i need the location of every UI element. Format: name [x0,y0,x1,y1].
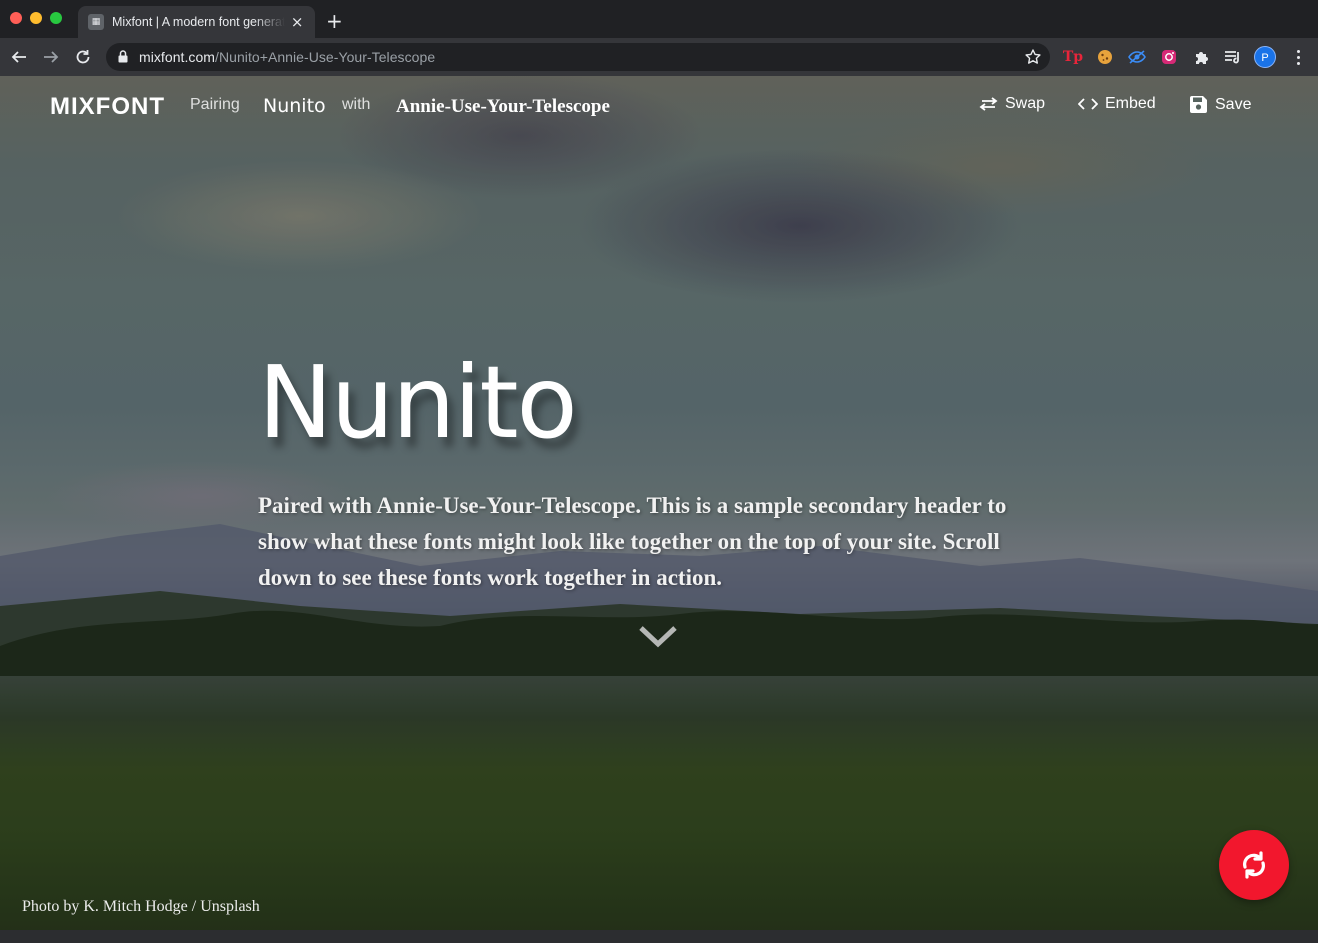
mixfont-favicon-icon: ▦ [88,14,104,30]
url-host: mixfont.com [139,49,216,65]
embed-button[interactable]: Embed [1078,95,1156,113]
refresh-icon [1243,851,1265,879]
new-tab-button[interactable]: + [326,9,343,33]
site-header: MIXFONT Pairing Nunito with Annie-Use-Yo… [0,76,1318,138]
hero-section: MIXFONT Pairing Nunito with Annie-Use-Yo… [0,76,1318,943]
reload-button[interactable] [71,45,95,69]
profile-avatar[interactable]: P [1254,46,1276,68]
hero-title: Nunito [258,344,578,461]
code-icon [1078,98,1098,110]
eye-extension-icon[interactable] [1127,47,1147,67]
tab-close-icon[interactable]: × [289,13,305,31]
address-bar[interactable]: mixfont.com/Nunito+Annie-Use-Your-Telesc… [106,43,1050,71]
pairing-label: Pairing [190,96,240,113]
swap-icon [979,97,998,111]
reload-icon [76,50,90,64]
save-label: Save [1215,95,1252,113]
lock-icon [118,50,128,63]
secondary-font-selector[interactable]: Annie-Use-Your-Telescope [396,96,610,118]
shuffle-button[interactable] [1219,830,1289,900]
url-text: mixfont.com/Nunito+Annie-Use-Your-Telesc… [139,49,435,65]
browser-tab[interactable]: ▦ Mixfont | A modern font generator × [78,6,315,38]
swap-button[interactable]: Swap [979,95,1045,113]
hero-subtitle: Paired with Annie-Use-Your-Telescope. Th… [258,493,1007,590]
photo-credit[interactable]: Photo by K. Mitch Hodge / Unsplash [22,898,260,916]
tp-extension-icon[interactable]: Tp [1063,47,1083,67]
puzzle-icon[interactable] [1191,47,1211,67]
with-label: with [342,96,371,113]
browser-titlebar: ▦ Mixfont | A modern font generator × + [0,0,1318,38]
floppy-disk-icon [1190,96,1207,113]
close-window-button[interactable] [10,12,22,24]
embed-label: Embed [1105,95,1156,112]
chevron-down-icon[interactable] [638,624,678,648]
arrow-right-icon [44,51,59,63]
primary-font-selector[interactable]: Nunito [263,95,326,117]
swap-label: Swap [1005,95,1046,112]
save-button[interactable]: Save [1189,95,1251,114]
media-queue-icon[interactable] [1223,47,1243,67]
url-path: /Nunito+Annie-Use-Your-Telescope [215,49,436,65]
forward-button[interactable] [39,45,63,69]
browser-toolbar: mixfont.com/Nunito+Annie-Use-Your-Telesc… [0,38,1318,76]
maximize-window-button[interactable] [50,12,62,24]
mixfont-logo[interactable]: MIXFONT [50,93,165,121]
tab-title: Mixfont | A modern font generator [112,15,286,29]
minimize-window-button[interactable] [30,12,42,24]
cookie-extension-icon[interactable] [1095,47,1115,67]
back-button[interactable] [7,45,31,69]
window-bottom-edge [0,930,1318,943]
camera-extension-icon[interactable] [1159,47,1179,67]
arrow-left-icon [11,51,26,63]
bookmark-star-icon[interactable] [1024,48,1042,66]
browser-menu-icon[interactable] [1290,47,1306,67]
